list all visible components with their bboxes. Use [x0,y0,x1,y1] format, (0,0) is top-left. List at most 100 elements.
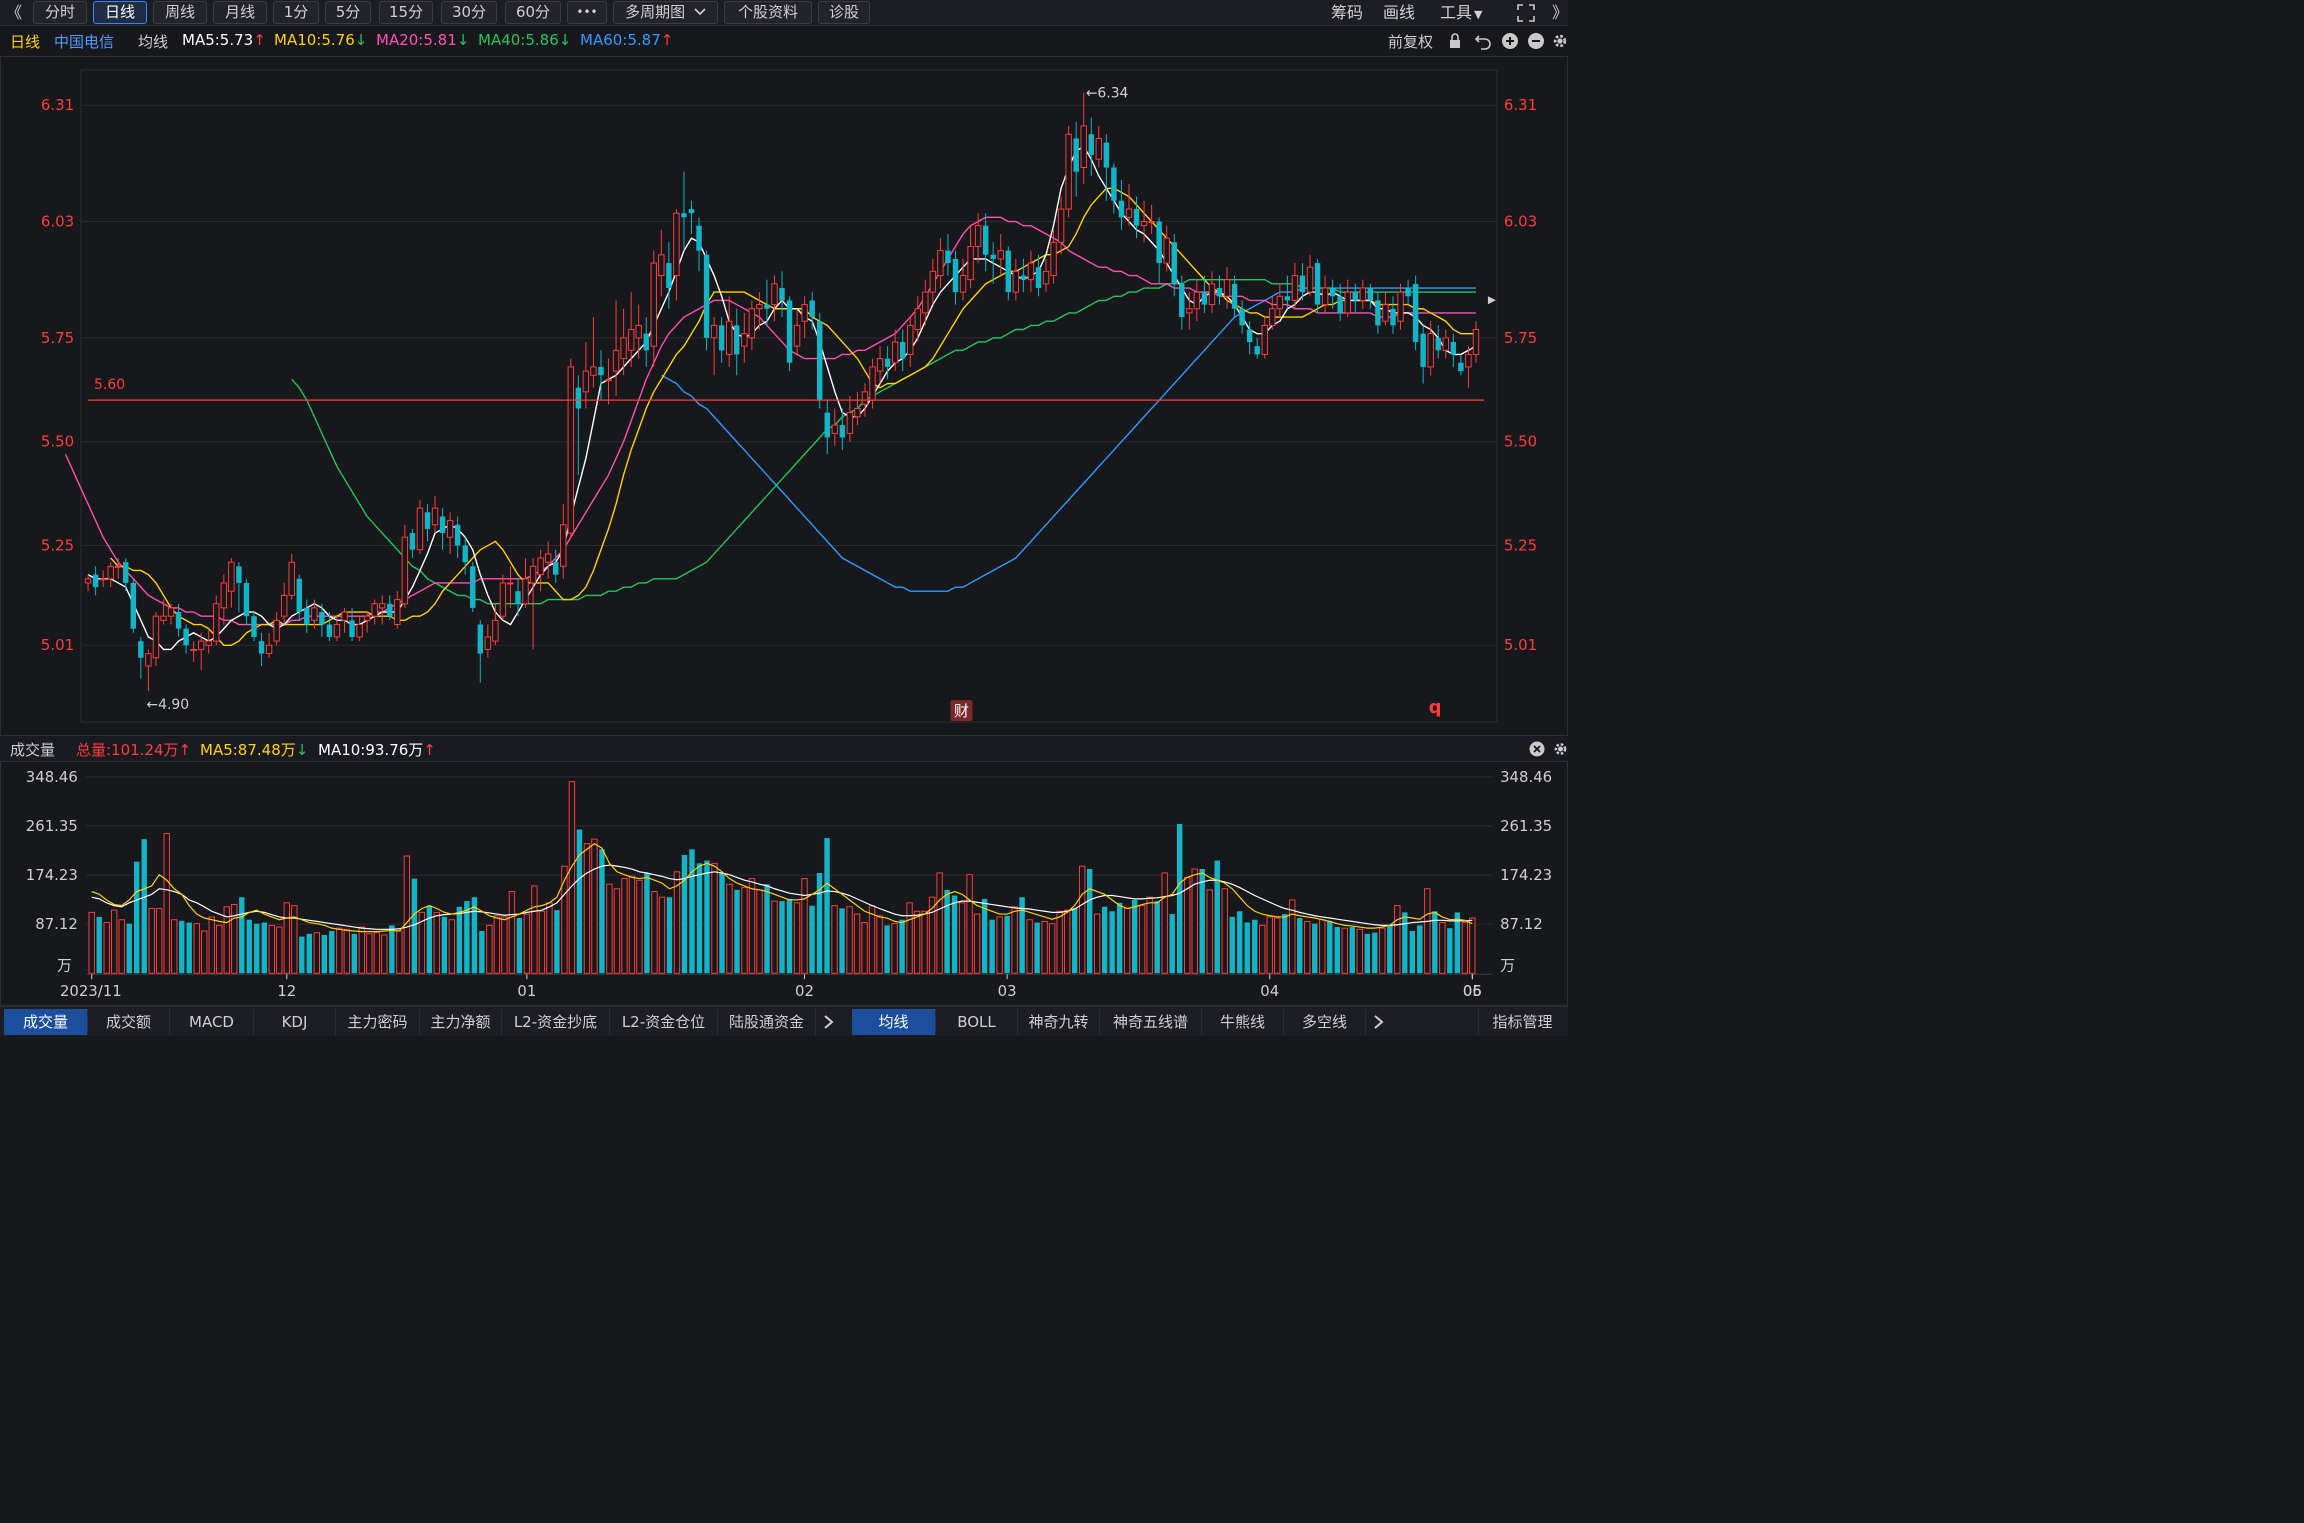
ma40-value: MA40:5.86 [478,31,559,49]
volume-bar-up [568,781,576,974]
candle-down [477,624,484,654]
candle-up [959,275,967,293]
volume-bar-up [1356,928,1363,974]
volume-bar-down [1101,906,1108,974]
candle-up [492,619,499,642]
collapse-left-icon[interactable]: 《 [6,2,22,24]
tab-l2-position[interactable]: L2-资金仓位 [610,1009,718,1035]
zoom-out-icon[interactable] [1527,32,1545,50]
volume-bar-up [1138,905,1146,974]
ma5-legend: MA5:5.73↑ [182,31,266,49]
candle-up [1321,287,1329,306]
undo-icon[interactable] [1474,32,1492,50]
volume-bar-up [1056,910,1063,974]
adjust-mode[interactable]: 前复权 [1388,31,1433,52]
tab-bull-bear-line[interactable]: 牛熊线 [1202,1009,1284,1035]
volume-bar-up [1161,872,1168,974]
tab-30min[interactable]: 30分 [441,1,497,24]
candle-up [273,619,280,642]
candle-down [1352,292,1358,301]
tab-main-force-code[interactable]: 主力密码 [336,1009,420,1035]
tab-5min[interactable]: 5分 [325,1,371,24]
volume-bar-down [689,849,695,974]
volume-bar-up [1011,906,1018,974]
volume-bar-down [884,925,890,974]
tab-boll[interactable]: BOLL [936,1009,1018,1035]
q-marker[interactable]: q [1429,697,1442,718]
candle-up [891,341,899,364]
candlestick-chart[interactable]: 6.31 6.31 6.03 6.03 5.75 5.75 5.50 5.50 5.25 5.25… [0,56,1568,736]
candle-down [945,250,951,264]
chips-button[interactable]: 筹码 [1331,2,1363,24]
tab-turnover[interactable]: 成交额 [88,1009,170,1035]
fullscreen-icon[interactable] [1516,3,1536,23]
tab-kdj[interactable]: KDJ [254,1009,336,1035]
indicator-manage-button[interactable]: 指标管理 [1478,1009,1566,1035]
tab-macd[interactable]: MACD [170,1009,254,1035]
candle-down [304,607,310,625]
tab-l2-bottom-fishing[interactable]: L2-资金抄底 [502,1009,610,1035]
candle-down [1118,200,1125,218]
close-icon[interactable] [1529,741,1545,757]
tab-15min[interactable]: 15分 [379,1,433,24]
draw-line-button[interactable]: 画线 [1383,2,1415,24]
candle-down [1284,296,1291,301]
tab-60min[interactable]: 60分 [505,1,561,24]
candle-up [929,270,937,293]
volume-bar-down [809,905,815,974]
tab-intraday[interactable]: 分时 [33,1,87,24]
tab-weekly[interactable]: 周线 [153,1,207,24]
stock-info-button[interactable]: 个股资料 [724,1,812,24]
chevron-right-icon[interactable] [822,1013,836,1031]
settings-gear-icon[interactable] [1553,740,1568,758]
candle-up [341,611,348,621]
tools-dropdown[interactable]: 工具 ▼ [1440,2,1482,24]
tab-ma-overlay[interactable]: 均线 [852,1009,936,1035]
tab-magic-five-lines[interactable]: 神奇五线谱 [1100,1009,1202,1035]
tab-long-short-line[interactable]: 多空线 [1284,1009,1366,1035]
volume-bar-down [1214,860,1220,974]
volume-bar-up [793,902,801,974]
ma10-value: MA10:5.76 [274,31,355,49]
x-tick-label: 12 [277,982,296,1000]
candle-up [974,225,982,247]
tab-monthly[interactable]: 月线 [213,1,267,24]
x-tick-label: 06 [1463,982,1482,1000]
candle-up [1223,279,1231,297]
tab-northbound-funds[interactable]: 陆股通资金 [718,1009,816,1035]
candle-up [190,648,197,651]
volume-bar-up [583,843,591,974]
ma-label[interactable]: 均线 [138,31,168,52]
stock-name[interactable]: 中国电信 [54,31,114,52]
candle-down [236,566,242,583]
arrow-down-icon: ↓ [456,31,470,49]
volume-bar-up [771,900,778,974]
candle-up [567,366,575,534]
tab-daily[interactable]: 日线 [93,1,147,24]
volume-bar-up [561,865,568,974]
chevron-right-icon[interactable] [1372,1013,1386,1031]
volume-label[interactable]: 成交量 [10,739,55,760]
lock-icon[interactable] [1448,33,1462,49]
earnings-marker[interactable]: 财 [950,700,973,722]
settings-gear-icon[interactable] [1552,32,1568,50]
more-periods-button[interactable]: ••• [567,1,607,24]
candle-up [612,349,620,372]
multi-period-dropdown[interactable]: 多周期图 [613,1,718,24]
zoom-in-icon[interactable] [1501,32,1519,50]
expand-right-icon[interactable]: 》 [1552,2,1568,24]
volume-bar-up [366,933,373,974]
candle-up [590,366,597,376]
tab-main-force-net[interactable]: 主力净额 [420,1009,502,1035]
volume-bar-up [148,907,155,974]
candle-up [288,561,295,596]
tab-1min[interactable]: 1分 [273,1,319,24]
diagnose-button[interactable]: 诊股 [818,1,870,24]
volume-bar-down [351,933,358,974]
tab-volume[interactable]: 成交量 [4,1009,88,1035]
volume-chart[interactable]: 348.46 348.46 261.35 261.35 174.23 174.23 87.1… [0,761,1568,1006]
candle-down [779,287,785,301]
tab-magic-nine[interactable]: 神奇九转 [1018,1009,1100,1035]
price-tick-left: 5.50 [41,433,74,451]
candle-up [1148,221,1155,224]
